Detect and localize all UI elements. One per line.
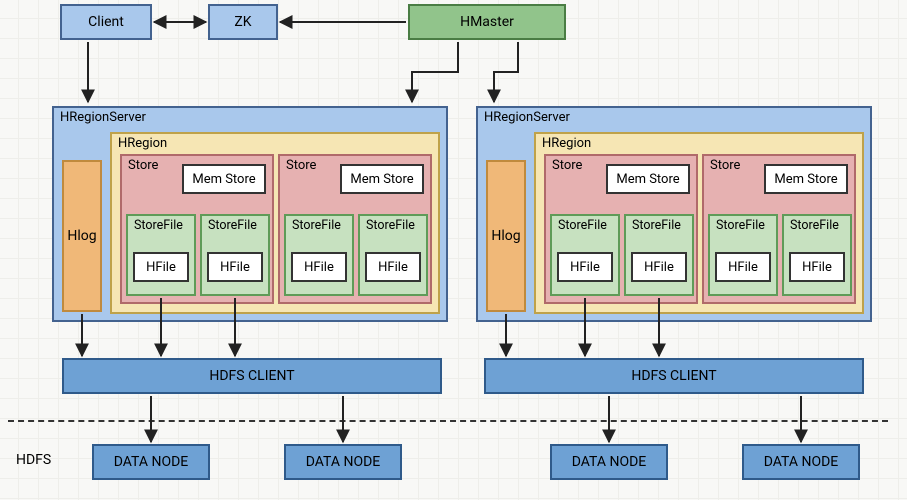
datanode-1b-label: DATA NODE [306, 454, 380, 470]
storefile-2a1-label: StoreFile [558, 218, 607, 233]
hfile-2b1: HFile [715, 252, 771, 282]
hfile-1a2-label: HFile [220, 260, 250, 275]
datanode-2b-label: DATA NODE [764, 454, 838, 470]
storefile-1b1-label: StoreFile [292, 218, 341, 233]
storefile-2a2-label: StoreFile [632, 218, 681, 233]
hdfs-client-1-label: HDFS CLIENT [209, 368, 294, 384]
storefile-2b2-label: StoreFile [790, 218, 839, 233]
datanode-1a-label: DATA NODE [114, 454, 188, 470]
hlog-1-label: Hlog [67, 228, 96, 244]
hfile-2a1: HFile [557, 252, 613, 282]
storefile-2b1-label: StoreFile [716, 218, 765, 233]
hmaster-label: HMaster [460, 14, 514, 30]
datanode-1b: DATA NODE [284, 444, 402, 480]
store-2b-label: Store [710, 158, 740, 173]
datanode-1a: DATA NODE [92, 444, 210, 480]
store-2a-label: Store [552, 158, 582, 173]
hlog-1: Hlog [62, 160, 102, 312]
hmaster-box: HMaster [408, 4, 566, 40]
hdfs-client-1: HDFS CLIENT [62, 358, 442, 394]
zk-box: ZK [208, 4, 278, 40]
storefile-1b2-label: StoreFile [366, 218, 415, 233]
zk-label: ZK [234, 14, 251, 30]
hfile-1b1-label: HFile [304, 260, 334, 275]
client-label: Client [88, 14, 124, 30]
hfile-1a2: HFile [207, 252, 263, 282]
hdfs-label: HDFS [16, 452, 51, 468]
memstore-2b-label: Mem Store [774, 172, 837, 187]
hfile-2b2-label: HFile [802, 260, 832, 275]
store-1a-label: Store [128, 158, 158, 173]
hregion-2-label: HRegion [542, 136, 591, 151]
store-1b-label: Store [286, 158, 316, 173]
hfile-1b2: HFile [365, 252, 421, 282]
hfile-2a1-label: HFile [570, 260, 600, 275]
memstore-1a-label: Mem Store [192, 172, 255, 187]
memstore-2a-label: Mem Store [616, 172, 679, 187]
hregionserver-1-label: HRegionServer [60, 110, 146, 125]
datanode-2a-label: DATA NODE [572, 454, 646, 470]
hdfs-client-2-label: HDFS CLIENT [631, 368, 716, 384]
hfile-1a1: HFile [133, 252, 189, 282]
storefile-1a1-label: StoreFile [134, 218, 183, 233]
memstore-2b: Mem Store [764, 164, 848, 194]
hfile-2a2: HFile [631, 252, 687, 282]
hdfs-divider [8, 420, 888, 422]
memstore-1b: Mem Store [340, 164, 424, 194]
hregionserver-2-label: HRegionServer [484, 110, 570, 125]
hdfs-client-2: HDFS CLIENT [484, 358, 864, 394]
hfile-1a1-label: HFile [146, 260, 176, 275]
hfile-2a2-label: HFile [644, 260, 674, 275]
hfile-1b2-label: HFile [378, 260, 408, 275]
memstore-2a: Mem Store [606, 164, 690, 194]
memstore-1b-label: Mem Store [350, 172, 413, 187]
hfile-1b1: HFile [291, 252, 347, 282]
memstore-1a: Mem Store [182, 164, 266, 194]
hfile-2b2: HFile [789, 252, 845, 282]
datanode-2b: DATA NODE [742, 444, 860, 480]
hregion-1-label: HRegion [118, 136, 167, 151]
hlog-2: Hlog [486, 160, 526, 312]
client-box: Client [60, 4, 152, 40]
datanode-2a: DATA NODE [550, 444, 668, 480]
hfile-2b1-label: HFile [728, 260, 758, 275]
storefile-1a2-label: StoreFile [208, 218, 257, 233]
hlog-2-label: Hlog [491, 228, 520, 244]
